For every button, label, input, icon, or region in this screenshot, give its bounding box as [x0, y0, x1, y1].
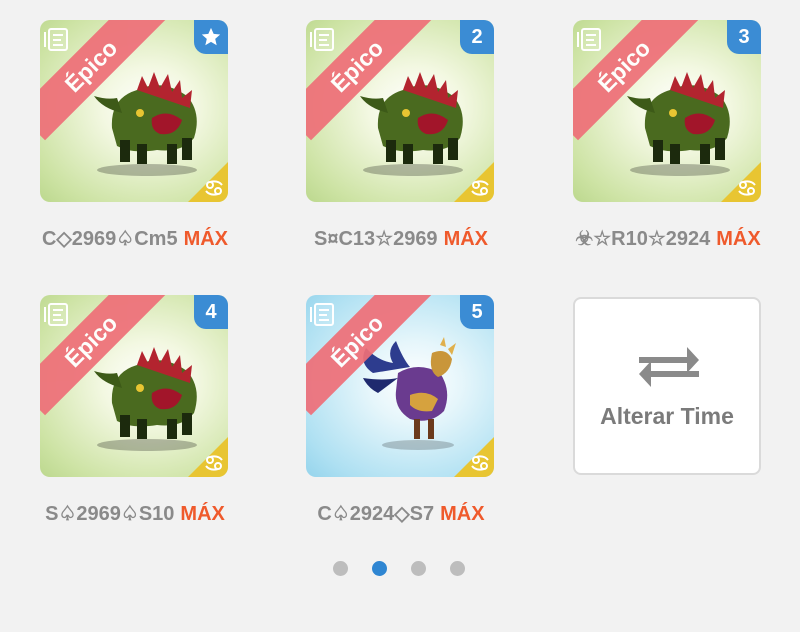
team-slot-badge: 4: [194, 295, 228, 329]
page-dot-3[interactable]: [411, 561, 426, 576]
team-slot-badge: 5: [460, 295, 494, 329]
cancer-zodiac-icon: [188, 437, 228, 477]
creature-card-1[interactable]: Épico: [40, 20, 228, 202]
max-level-label: MÁX: [443, 228, 489, 250]
page-dot-2[interactable]: [372, 561, 387, 576]
favorite-badge: [194, 20, 228, 54]
book-icon: [44, 303, 68, 326]
creature-name: S¤C13☆2969: [313, 228, 438, 250]
card-caption-4: S♤2969♤S10 MÁX: [20, 499, 250, 529]
change-team-button[interactable]: Alterar Time: [573, 297, 761, 475]
max-level-label: MÁX: [183, 228, 229, 250]
book-icon: [310, 28, 334, 51]
team-slot-badge: 3: [727, 20, 761, 54]
book-icon: [44, 28, 68, 51]
book-icon: [577, 28, 601, 51]
max-level-label: MÁX: [180, 503, 225, 525]
page-dot-4[interactable]: [450, 561, 465, 576]
card-caption-2: S¤C13☆2969 MÁX: [286, 224, 516, 254]
creature-name: ☣☆R10☆2924: [575, 228, 711, 250]
max-level-label: MÁX: [716, 228, 761, 250]
creature-card-2[interactable]: Épico 2: [306, 20, 494, 202]
pagination-dots: [333, 561, 465, 576]
max-level-label: MÁX: [440, 503, 485, 525]
cancer-zodiac-icon: [188, 162, 228, 202]
cancer-zodiac-icon: [454, 162, 494, 202]
book-icon: [310, 303, 334, 326]
creature-name: C◇2969♤Cm5: [41, 228, 178, 250]
change-team-label: Alterar Time: [600, 403, 734, 429]
creature-name: S♤2969♤S10: [45, 503, 175, 525]
page-dot-1[interactable]: [333, 561, 348, 576]
star-icon: [201, 27, 221, 46]
swap-arrows-icon: [639, 347, 699, 387]
creature-name: C♤2924◇S7: [317, 503, 435, 525]
creature-card-5[interactable]: Épico 5: [306, 295, 494, 477]
cancer-zodiac-icon: [721, 162, 761, 202]
creature-card-4[interactable]: Épico 4: [40, 295, 228, 477]
card-caption-5: C♤2924◇S7 MÁX: [286, 499, 516, 529]
card-caption-3: ☣☆R10☆2924 MÁX: [553, 224, 783, 254]
creature-card-3[interactable]: Épico 3: [573, 20, 761, 202]
cancer-zodiac-icon: [454, 437, 494, 477]
card-caption-1: C◇2969♤Cm5 MÁX: [20, 224, 250, 254]
team-slot-badge: 2: [460, 20, 494, 54]
